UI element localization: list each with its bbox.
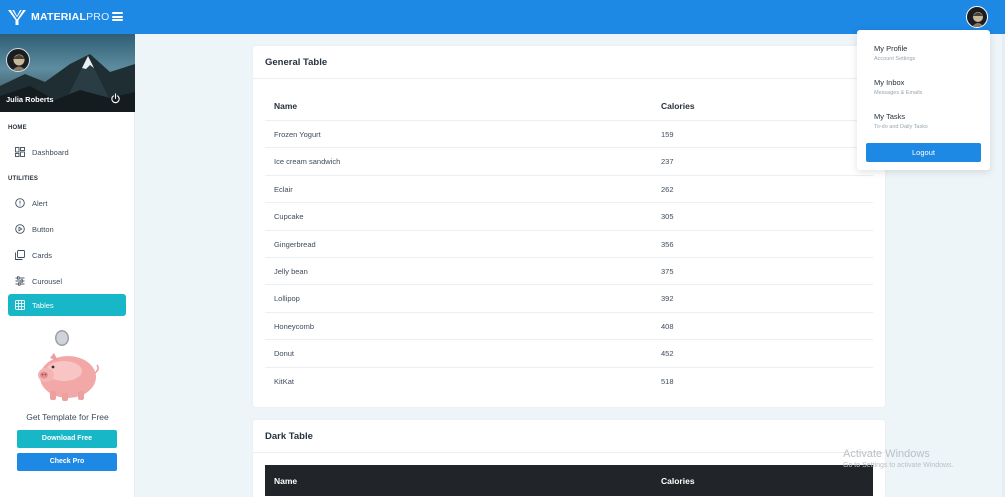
menu-toggle-icon[interactable] — [112, 12, 123, 21]
play-circle-icon — [15, 224, 25, 234]
dark-table-header: Name Calories — [265, 465, 873, 496]
column-header-name: Name — [274, 476, 298, 486]
general-table-card: General Table Name Calories Frozen Yogur… — [253, 46, 885, 407]
cell-calories: 375 — [661, 267, 674, 276]
column-header-calories: Calories — [661, 101, 695, 111]
menu-item-subtitle: To-do and Daily Tasks — [874, 124, 928, 130]
cell-calories: 356 — [661, 239, 674, 249]
topbar: MATERIALPRO — [0, 0, 1005, 34]
section-label-home: HOME — [8, 125, 27, 131]
cell-name: Honeycomb — [274, 321, 315, 331]
sliders-icon — [15, 276, 25, 286]
cell-name: Ice cream sandwich — [274, 157, 341, 167]
cell-name: Frozen Yogurt — [274, 130, 321, 139]
promo-text: Get Template for Free — [26, 412, 109, 422]
sidebar-item-label: Curousel — [32, 277, 63, 286]
avatar-image — [972, 12, 984, 27]
piggy-bank-illustration — [38, 330, 99, 401]
sidebar-item-label: Button — [32, 225, 54, 234]
download-free-button[interactable]: Download Free — [17, 430, 117, 448]
cell-name: Eclair — [274, 184, 293, 194]
sidebar-item-dashboard[interactable]: Dashboard — [8, 141, 126, 163]
menu-item-title: My Inbox — [874, 78, 905, 87]
brand-name[interactable]: MATERIALPRO — [31, 11, 109, 23]
sidebar-item-label: Alert — [32, 199, 48, 208]
cell-calories: 392 — [661, 294, 674, 304]
cell-calories: 452 — [661, 349, 674, 359]
sidebar-item-button[interactable]: Button — [8, 218, 126, 240]
sidebar-item-alert[interactable]: Alert — [8, 192, 126, 214]
cell-name: Gingerbread — [274, 239, 316, 249]
dark-table-card: Dark Table Name Calories — [253, 420, 885, 497]
sidebar-item-label: Cards — [32, 251, 53, 260]
table-row: Eclair 262 — [265, 174, 873, 202]
cell-calories: 237 — [661, 157, 674, 167]
table-row: Honeycomb 408 — [265, 311, 873, 339]
menu-item-title: My Profile — [874, 44, 908, 53]
user-avatar-button[interactable] — [966, 6, 988, 28]
cell-calories: 408 — [661, 321, 674, 331]
sidebar-item-label: Tables — [32, 301, 54, 310]
table-row: Ice cream sandwich 237 — [265, 147, 873, 174]
table-row: Frozen Yogurt 159 — [265, 120, 873, 147]
cell-name: Donut — [274, 349, 295, 359]
logout-button[interactable]: Logout — [866, 143, 981, 162]
cell-calories: 262 — [661, 184, 674, 194]
column-header-name: Name — [274, 101, 298, 111]
sidebar-item-tables[interactable]: Tables — [8, 294, 126, 316]
card-title: Dark Table — [265, 431, 313, 442]
column-header-calories: Calories — [661, 476, 695, 486]
menu-item-subtitle: Messages & Emails — [874, 90, 923, 96]
table-row: KitKat 518 — [265, 366, 873, 394]
user-dropdown-menu: My Profile Account Settings My Inbox Mes… — [857, 30, 990, 170]
profile-avatar[interactable] — [6, 48, 30, 72]
table-row: Jelly bean 375 — [265, 257, 873, 284]
cell-calories: 159 — [661, 130, 674, 139]
activate-windows-subtitle: Go to Settings to activate Windows. — [843, 462, 954, 469]
sidebar: Julia Roberts HOME Dashboard UTILITIES A… — [0, 34, 135, 497]
table-row: Lollipop 392 — [265, 284, 873, 311]
power-icon[interactable] — [110, 93, 121, 104]
logo-icon[interactable] — [8, 9, 26, 25]
cards-icon — [15, 250, 25, 260]
brand-light: PRO — [86, 11, 110, 23]
profile-name[interactable]: Julia Roberts — [6, 95, 54, 104]
table-row: Donut 452 — [265, 339, 873, 366]
sidebar-item-label: Dashboard — [32, 148, 69, 157]
sidebar-item-curousel[interactable]: Curousel — [8, 270, 126, 292]
profile-banner: Julia Roberts — [0, 34, 135, 112]
dashboard-icon — [15, 147, 25, 157]
check-pro-button[interactable]: Check Pro — [17, 453, 117, 471]
section-label-utilities: UTILITIES — [8, 176, 39, 182]
card-divider — [253, 452, 885, 453]
activate-windows-title: Activate Windows — [843, 448, 930, 460]
menu-item-subtitle: Account Settings — [874, 56, 916, 62]
cell-calories: 305 — [661, 212, 674, 222]
table-row: Gingerbread 356 — [265, 229, 873, 257]
cell-name: Lollipop — [274, 294, 300, 304]
cell-calories: 518 — [661, 376, 674, 386]
table-icon — [15, 300, 25, 310]
cell-name: Cupcake — [274, 212, 304, 222]
alert-circle-icon — [15, 198, 25, 208]
menu-item-title: My Tasks — [874, 112, 906, 121]
brand-bold: MATERIAL — [31, 11, 87, 23]
cell-name: Jelly bean — [274, 267, 308, 276]
card-title: General Table — [265, 57, 328, 68]
sidebar-item-cards[interactable]: Cards — [8, 244, 126, 266]
table-row: Cupcake 305 — [265, 202, 873, 229]
cell-name: KitKat — [274, 376, 295, 386]
card-divider — [253, 78, 885, 79]
